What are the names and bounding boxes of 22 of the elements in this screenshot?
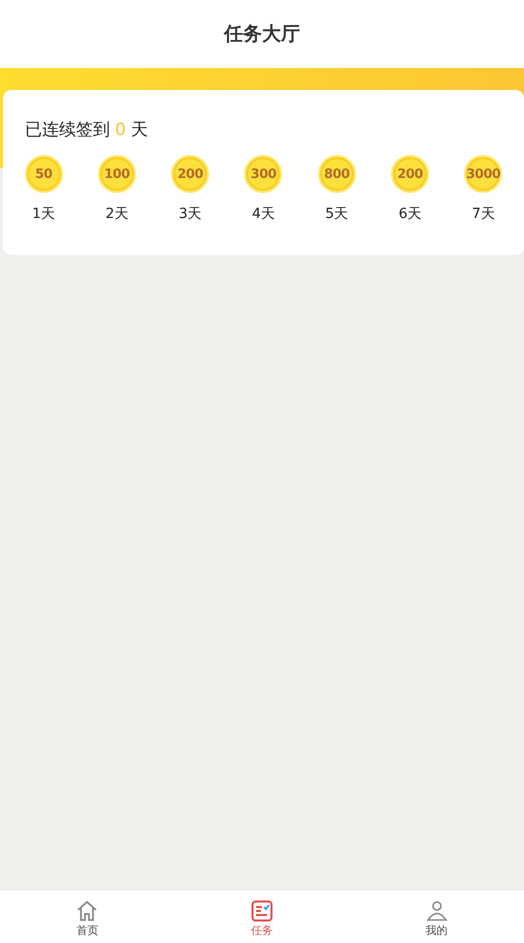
home-icon — [76, 900, 98, 922]
day-label: 2天 — [105, 205, 128, 223]
day-label: 4天 — [252, 205, 275, 223]
coin: 800 — [318, 155, 356, 193]
coin: 3000 — [464, 155, 502, 193]
coin: 200 — [171, 155, 210, 193]
task-list-icon — [250, 900, 273, 922]
tab[interactable]: 任务 — [222, 890, 302, 943]
coin: 100 — [98, 155, 136, 193]
tab[interactable]: 首页 — [47, 890, 128, 943]
day-label: 7天 — [472, 205, 495, 223]
day-label: 5天 — [325, 205, 348, 223]
day-label: 6天 — [398, 205, 422, 223]
coin: 300 — [244, 155, 282, 193]
coin: 50 — [24, 155, 63, 193]
streak-text: 已连续签到 0 天 — [24, 119, 149, 141]
tab[interactable]: 我的 — [396, 890, 477, 943]
day-label: 1天 — [32, 205, 56, 223]
person-icon — [426, 900, 448, 922]
page-title: 任务大厅 — [224, 22, 300, 47]
coin: 200 — [391, 155, 430, 193]
day-label: 3天 — [178, 205, 202, 223]
